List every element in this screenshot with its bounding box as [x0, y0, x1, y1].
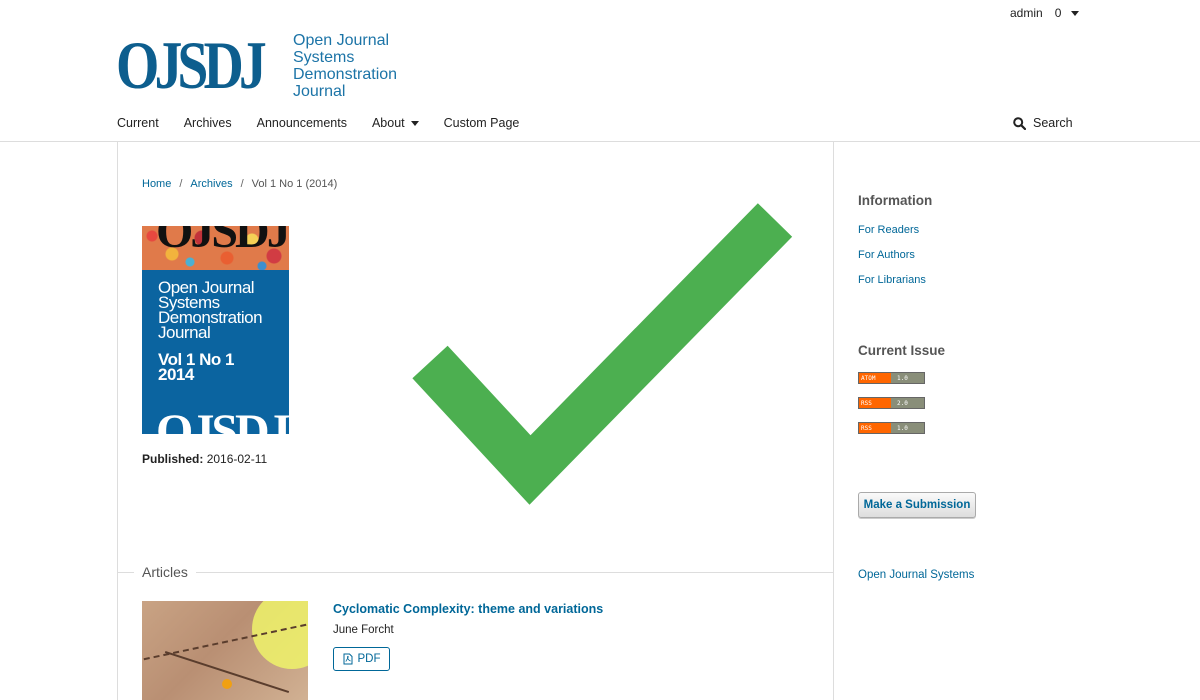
user-menu[interactable]: admin 0: [1010, 6, 1080, 20]
feed-type: RSS: [859, 398, 891, 408]
for-readers-link[interactable]: For Readers: [858, 224, 919, 236]
chevron-down-icon: [410, 120, 419, 126]
feed-version: 1.0: [891, 423, 924, 433]
for-authors-link[interactable]: For Authors: [858, 249, 915, 261]
feed-type: ATOM: [859, 373, 891, 383]
current-issue-block-title: Current Issue: [858, 343, 946, 358]
atom-feed-link[interactable]: ATOM 1.0: [858, 372, 925, 384]
nav-announcements[interactable]: Announcements: [257, 116, 347, 130]
search-label: Search: [1033, 116, 1073, 130]
for-librarians-link[interactable]: For Librarians: [858, 274, 926, 286]
breadcrumb: Home / Archives / Vol 1 No 1 (2014): [142, 178, 337, 190]
rss2-feed-link[interactable]: RSS 2.0: [858, 397, 925, 409]
feed-version: 1.0: [891, 373, 924, 383]
rss1-feed-link[interactable]: RSS 1.0: [858, 422, 925, 434]
articles-divider: [117, 572, 833, 573]
cover-volume-line: 2014: [158, 365, 194, 384]
published-value: 2016-02-11: [206, 452, 268, 466]
feed-type: RSS: [859, 423, 891, 433]
breadcrumb-current: Vol 1 No 1 (2014): [251, 178, 338, 190]
nav-current[interactable]: Current: [117, 116, 159, 130]
article-author: June Forcht: [333, 624, 394, 636]
main-right-border: [833, 142, 834, 700]
pdf-galley-button[interactable]: PDF: [333, 647, 390, 671]
pdf-label: PDF: [357, 653, 381, 665]
articles-heading: Articles: [134, 564, 196, 580]
published-label: Published:: [142, 452, 204, 466]
cover-title: Open Journal Systems Demonstration Journ…: [158, 279, 263, 342]
feed-version: 2.0: [891, 398, 924, 408]
search-link[interactable]: Search: [1013, 116, 1073, 130]
cover-top-mark: OJSDJ: [156, 226, 289, 258]
cover-title-line: Journal: [158, 323, 211, 342]
thumbnail-marker: [222, 679, 232, 689]
logo-text[interactable]: Open Journal Systems Demonstration Journ…: [293, 32, 397, 100]
main-left-border: [117, 142, 118, 700]
logo-line: Systems: [293, 49, 355, 66]
file-pdf-icon: [343, 653, 352, 665]
logo-line: Demonstration: [293, 66, 398, 83]
nav-about-label: About: [371, 116, 405, 130]
make-submission-button[interactable]: Make a Submission: [858, 492, 976, 518]
nav-about[interactable]: About: [372, 116, 419, 130]
primary-nav: Current Archives Announcements About Cus…: [117, 116, 544, 130]
search-icon: [1013, 116, 1026, 130]
logo-line: Open Journal: [293, 32, 390, 49]
username[interactable]: admin: [1010, 6, 1043, 20]
checkmark-icon: [412, 203, 793, 505]
header-divider: [0, 141, 1200, 142]
open-journal-systems-link[interactable]: Open Journal Systems: [858, 569, 974, 581]
nav-custom-page[interactable]: Custom Page: [444, 116, 520, 130]
cover-bottom-mark: OJSDJ: [156, 405, 289, 434]
breadcrumb-separator: /: [240, 178, 244, 190]
logo-line: Journal: [293, 83, 346, 100]
information-block-title: Information: [858, 193, 933, 208]
article-title-link[interactable]: Cyclomatic Complexity: theme and variati…: [333, 602, 603, 616]
cover-volume: Vol 1 No 1 2014: [158, 351, 234, 384]
breadcrumb-separator: /: [179, 178, 183, 190]
article-cover-thumbnail[interactable]: [142, 601, 308, 700]
logo-mark[interactable]: OJSDJ: [116, 31, 267, 99]
breadcrumb-archives[interactable]: Archives: [190, 178, 232, 190]
published-date: Published: 2016-02-11: [142, 452, 267, 466]
journal-logo[interactable]: OJSDJ Open Journal Systems Demonstration…: [116, 31, 397, 100]
issue-cover-image: OJSDJ Open Journal Systems Demonstration…: [142, 226, 289, 434]
breadcrumb-home[interactable]: Home: [142, 178, 171, 190]
nav-archives[interactable]: Archives: [184, 116, 232, 130]
task-count[interactable]: 0: [1055, 6, 1062, 20]
chevron-down-icon[interactable]: [1071, 10, 1080, 16]
